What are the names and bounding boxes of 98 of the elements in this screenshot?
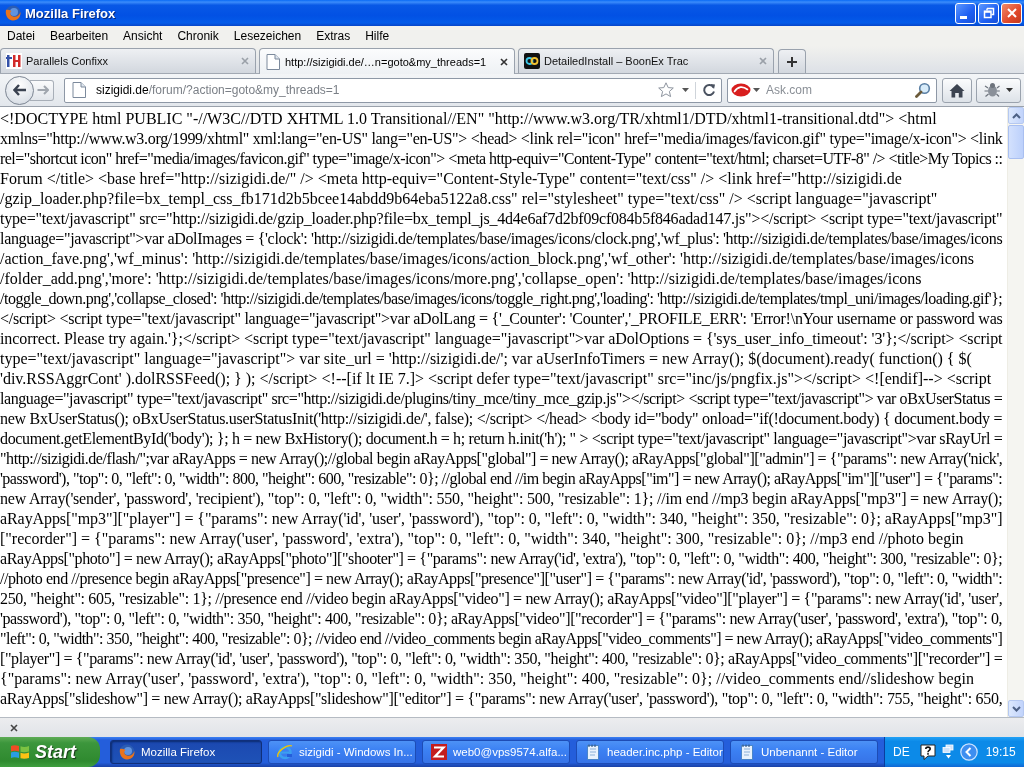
source-code-line: /toggle_down.png','collapse_closed': 'http://sizigidi.de/templates/base/images/icons/toggle_right.png','loading': 'http://sizigidi.de/templates/tmpl_uni/images/loading.gif'}; — [0, 289, 1003, 309]
star-icon[interactable] — [658, 82, 674, 98]
source-code-line: 'password'), "top": 0, "left": 0, "width": 350, "height": 400, "resizable": 0}; aRayApps["video"]["recorder"] = {"params": new Array('user', 'password', 'extra'), "top": 0, — [0, 609, 1003, 629]
taskbar-button[interactable]: web0@vps9574.alfa... — [422, 740, 570, 764]
start-button[interactable]: Start — [0, 737, 100, 767]
notepad-icon — [739, 744, 755, 760]
search-field[interactable]: Ask.com — [766, 80, 915, 100]
browser-tab[interactable]: DetailedInstall – BoonEx Trac — [518, 48, 774, 73]
home-icon — [949, 82, 965, 98]
caret-icon[interactable] — [1006, 88, 1013, 92]
close-icon[interactable] — [500, 57, 508, 66]
caret-icon[interactable] — [753, 88, 760, 92]
source-code-line: Forum </title> <base href="http://sizigidi.de/" /> <meta http-equiv="Content-Style-Type" content="text/css" /> <link href="http://sizigidi.de — [0, 169, 902, 189]
source-code-line: </script> <script type="text/javascript" language="javascript">var aDolLang = {'_Counter': 'Counter','_PROFILE_ERR': 'Error!\nYour username or password was — [0, 309, 1003, 329]
source-code-line: type="text/javascript" src="http://sizigidi.de/gzip_loader.php?file=bx_templ_js_4d4e6af7d2bf09cf084b5f846adad147.js"></script> <script type="text/javascript" — [0, 209, 1003, 229]
scroll-thumb[interactable] — [1008, 125, 1024, 159]
globe-e-icon — [277, 744, 293, 760]
browser-tab[interactable]: Parallels Confixx — [0, 48, 256, 73]
source-code-line: new BxUserStatus(); oBxUserStatus.userStatusInit('http://sizigidi.de/', false); </script> </head> <body id="body" onload="if(!document.body) { document.body = — [0, 409, 1003, 429]
scroll-up-button[interactable] — [1008, 107, 1024, 124]
source-code-line: language="javascript" type="text/javascript" src="http://sizigidi.de/plugins/tiny_mce/tiny_mce_gzip.js"></script> <script type="text/javascript"> var oBxUserStatus = — [0, 389, 1003, 409]
back-arrow-icon — [12, 84, 27, 96]
scroll-down-button[interactable] — [1008, 700, 1024, 717]
close-icon — [1005, 7, 1018, 19]
page-icon — [265, 53, 281, 70]
new-tab-button[interactable] — [778, 49, 806, 73]
source-code-line: aRayApps["mp3"]["player"] = {"params": new Array('id', 'user', 'password'), "top": 0, "left": 0, "width": 340, "height": 350, "resizable": 0}; aRayApps["mp3"] — [0, 509, 1003, 529]
language-indicator[interactable]: DE — [893, 745, 910, 759]
source-code-line: incorrect. Please try again.'};</script> <script type="text/javascript" language="javascript">var aDolOptions = {'sys_user_info_timeout': '3'};</script> <script — [0, 329, 1003, 349]
search-bar[interactable]: Ask.com — [727, 77, 937, 103]
source-code-line: //photo end //presence begin aRayApps["presence"] = new Array(); aRayApps["presence"]["user"] = {"params": new Array('id', 'password'), "top": 0, "left": 0, "width": — [0, 569, 1003, 589]
bug-icon — [984, 82, 1000, 98]
loops-favicon-icon — [524, 53, 540, 69]
window-title: Mozilla Firefox — [25, 5, 116, 21]
source-code-line: aRayApps["slideshow"] = new Array(); aRayApps["slideshow"]["editor"] = {"params": new Array('user', 'password'), "top": 0, "left": 0, "width": 755, "height": 650, — [0, 689, 1003, 709]
url-text[interactable]: sizigidi.de/forum/?action=goto&my_threads=1 — [96, 83, 658, 97]
search-icon[interactable] — [915, 82, 931, 98]
source-code-line: language="javascript">var aDolImages = {'clock': 'http://sizigidi.de/templates/base/images/icons/clock.png','wf_plus': 'http://sizigidi.de/templates/base/images/icons — [0, 229, 1003, 249]
windows-flag-icon — [10, 743, 30, 761]
source-code-line: new Array('sender', 'password', 'recipient'), "top": 0, "left": 0, "width": 550, "height": 500, "resizable": 1}; //im end //mp3 begin aRayApps["mp3"] = new Array(); — [0, 489, 1003, 509]
caret-icon[interactable] — [682, 88, 689, 92]
vertical-scrollbar[interactable] — [1007, 107, 1024, 717]
home-button[interactable] — [942, 77, 972, 103]
clock: 19:15 — [985, 745, 1016, 759]
source-code-line: 'div.RSSAggrCont' ).dolRSSFeed(); } ); </script> <!--[if lt IE 7.]> <script defer type="text/javascript" src="inc/js/pngfix.js"></script> <![endif]--> <script — [0, 369, 992, 389]
menu-item[interactable]: Hilfe — [358, 27, 398, 45]
notepad-icon — [585, 744, 601, 760]
source-code-line: <!DOCTYPE html PUBLIC "-//W3C//DTD XHTML 1.0 Transitional//EN" "http://www.w3.org/TR/xhtml1/DTD/xhtml1-transitional.dtd"> <html — [0, 109, 937, 129]
monitors-icon[interactable] — [941, 744, 954, 760]
browser-tab[interactable]: http://sizigidi.de/…n=goto&my_threads=1 — [259, 48, 515, 74]
menu-item[interactable]: Chronik — [170, 27, 227, 45]
source-code-line: type="text/javascript" language="javascript"> var site_url = 'http://sizigidi.de/'; var aUserInfoTimers = new Array(); $(document).ready( function() { $( — [0, 349, 972, 369]
source-code-line: /gzip_loader.php?file=bx_templ_css_fb171d2b5bcee14abdd9b64eba5122a8.css" rel="stylesheet" type="text/css" /> <script language="javascript" — [0, 189, 938, 209]
address-field[interactable]: sizigidi.de/forum/?action=goto&my_threads=1 — [64, 77, 722, 103]
back-button[interactable] — [5, 75, 34, 105]
source-code-line: {"params": new Array('user', 'password', 'extra'), "top": 0, "left": 0, "width": 350, "height": 400, "resizable": 0}; //video_comments end//slideshow begin — [0, 669, 974, 689]
search-engine-icon[interactable] — [731, 83, 751, 97]
taskbar-button[interactable]: Unbenannt - Editor — [730, 740, 878, 764]
source-code-line: xmlns="http://www.w3.org/1999/xhtml" xml:lang="en-US" lang="en-US"> <head> <link rel="icon" href="media/images/favicon.gif" type="image/x-icon"> <link — [0, 129, 1003, 149]
source-code-line: aRayApps["photo"] = new Array(); aRayApps["photo"]["shooter"] = {"params": new Array('id', 'extra'), "top": 0, "left": 0, "width": 400, "height": 300, "resizable": 0}; — [0, 549, 1003, 569]
site-favicon-icon — [6, 53, 22, 69]
source-code-line: 'password'), "top": 0, "left": 0, "width": 800, "height": 600, "resizable": 0}; //global end //im begin aRayApps["im"] = new Array(); aRayApps["im"]["user"] = {"params": — [0, 469, 1003, 489]
firefox-logo-icon — [5, 5, 21, 21]
restore-button[interactable] — [978, 2, 999, 24]
source-code-line: 250, "height": 605, "resizable": 1}; //presence end //video begin aRayApps["video"] = new Array(); aRayApps["video"]["player"] = {"params": new Array('id', 'user', — [0, 589, 1003, 609]
zigzag-tile-icon — [431, 744, 447, 760]
source-code-line: "http://sizigidi.de/flash/";var aRayApps = new Array();//global begin aRayApps["global"] = new Array(); aRayApps["global"]["admin"] = {"params": new Array('nick', — [0, 449, 1003, 469]
help-icon[interactable] — [919, 744, 936, 760]
taskbar-button[interactable]: header.inc.php - Editor — [576, 740, 724, 764]
addon-button[interactable] — [976, 77, 1021, 103]
taskbar-button[interactable]: sizigidi - Windows In... — [268, 740, 416, 764]
plus-icon — [787, 56, 797, 67]
menu-item[interactable]: Datei — [0, 27, 43, 45]
source-code-line: "left": 0, "width": 350, "height": 400, "resizable": 0}; //video end //video_comments begin aRayApps["video_comments"] = new Array(); aRayApps["video_comments"] — [0, 629, 1003, 649]
menu-item[interactable]: Ansicht — [116, 27, 171, 45]
restore-icon — [982, 7, 995, 19]
source-code-line: /folder_add.png','more': 'http://sizigidi.de/templates/base/images/icons/more.png','collapse_open': 'http://sizigidi.de/templates/base/images/icons — [0, 269, 922, 289]
close-button[interactable] — [1001, 2, 1022, 24]
down-chevron-icon — [1011, 705, 1021, 712]
minimize-button[interactable] — [955, 2, 976, 24]
page-icon — [72, 82, 86, 98]
left-chevron-icon — [959, 743, 978, 761]
taskbar-button[interactable]: Mozilla Firefox — [110, 740, 262, 764]
menu-item[interactable]: Bearbeiten — [43, 27, 117, 45]
source-code-line: ["player"] = {"params": new Array('id', 'user', 'password'), "top": 0, "left": 0, "width": 350, "height": 400, "resizable": 0}; aRayApps["video_comments"]["recorder"] = — [0, 649, 1003, 669]
show-hidden-icons-button[interactable] — [959, 743, 978, 761]
firefox-logo-icon — [119, 744, 135, 760]
source-code-line: document.getElementById('body'); }; h = new BxHistory(); document.h = h; return h.init('h'); " > <script type="text/javascript" language="javascript">var sRayUrl = — [0, 429, 1003, 449]
source-code-line: rel="shortcut icon" href="media/images/favicon.gif" type="image/x-icon"> <meta http-equiv="Content-Type" content="text/html; charset=UTF-8" /> <title>My Topics :: — [0, 149, 1003, 169]
source-code-line: ["recorder"] = {"params": new Array('user', 'password', 'extra'), "top": 0, "left": 0, "width": 340, "height": 300, "resizable": 0}; //mp3 end //photo begin — [0, 529, 964, 549]
close-icon[interactable] — [10, 723, 18, 732]
reload-icon[interactable] — [702, 83, 716, 97]
menu-item[interactable]: Extras — [309, 27, 359, 45]
minimize-icon — [960, 15, 967, 19]
menu-item[interactable]: Lesezeichen — [226, 27, 310, 45]
forward-arrow-icon — [37, 85, 49, 95]
up-chevron-icon — [1011, 112, 1021, 119]
source-code-line: /action_fave.png','wf_minus': 'http://sizigidi.de/templates/base/images/icons/action_block.png','wf_other': 'http://sizigidi.de/templates/base/images/icons — [0, 249, 974, 269]
